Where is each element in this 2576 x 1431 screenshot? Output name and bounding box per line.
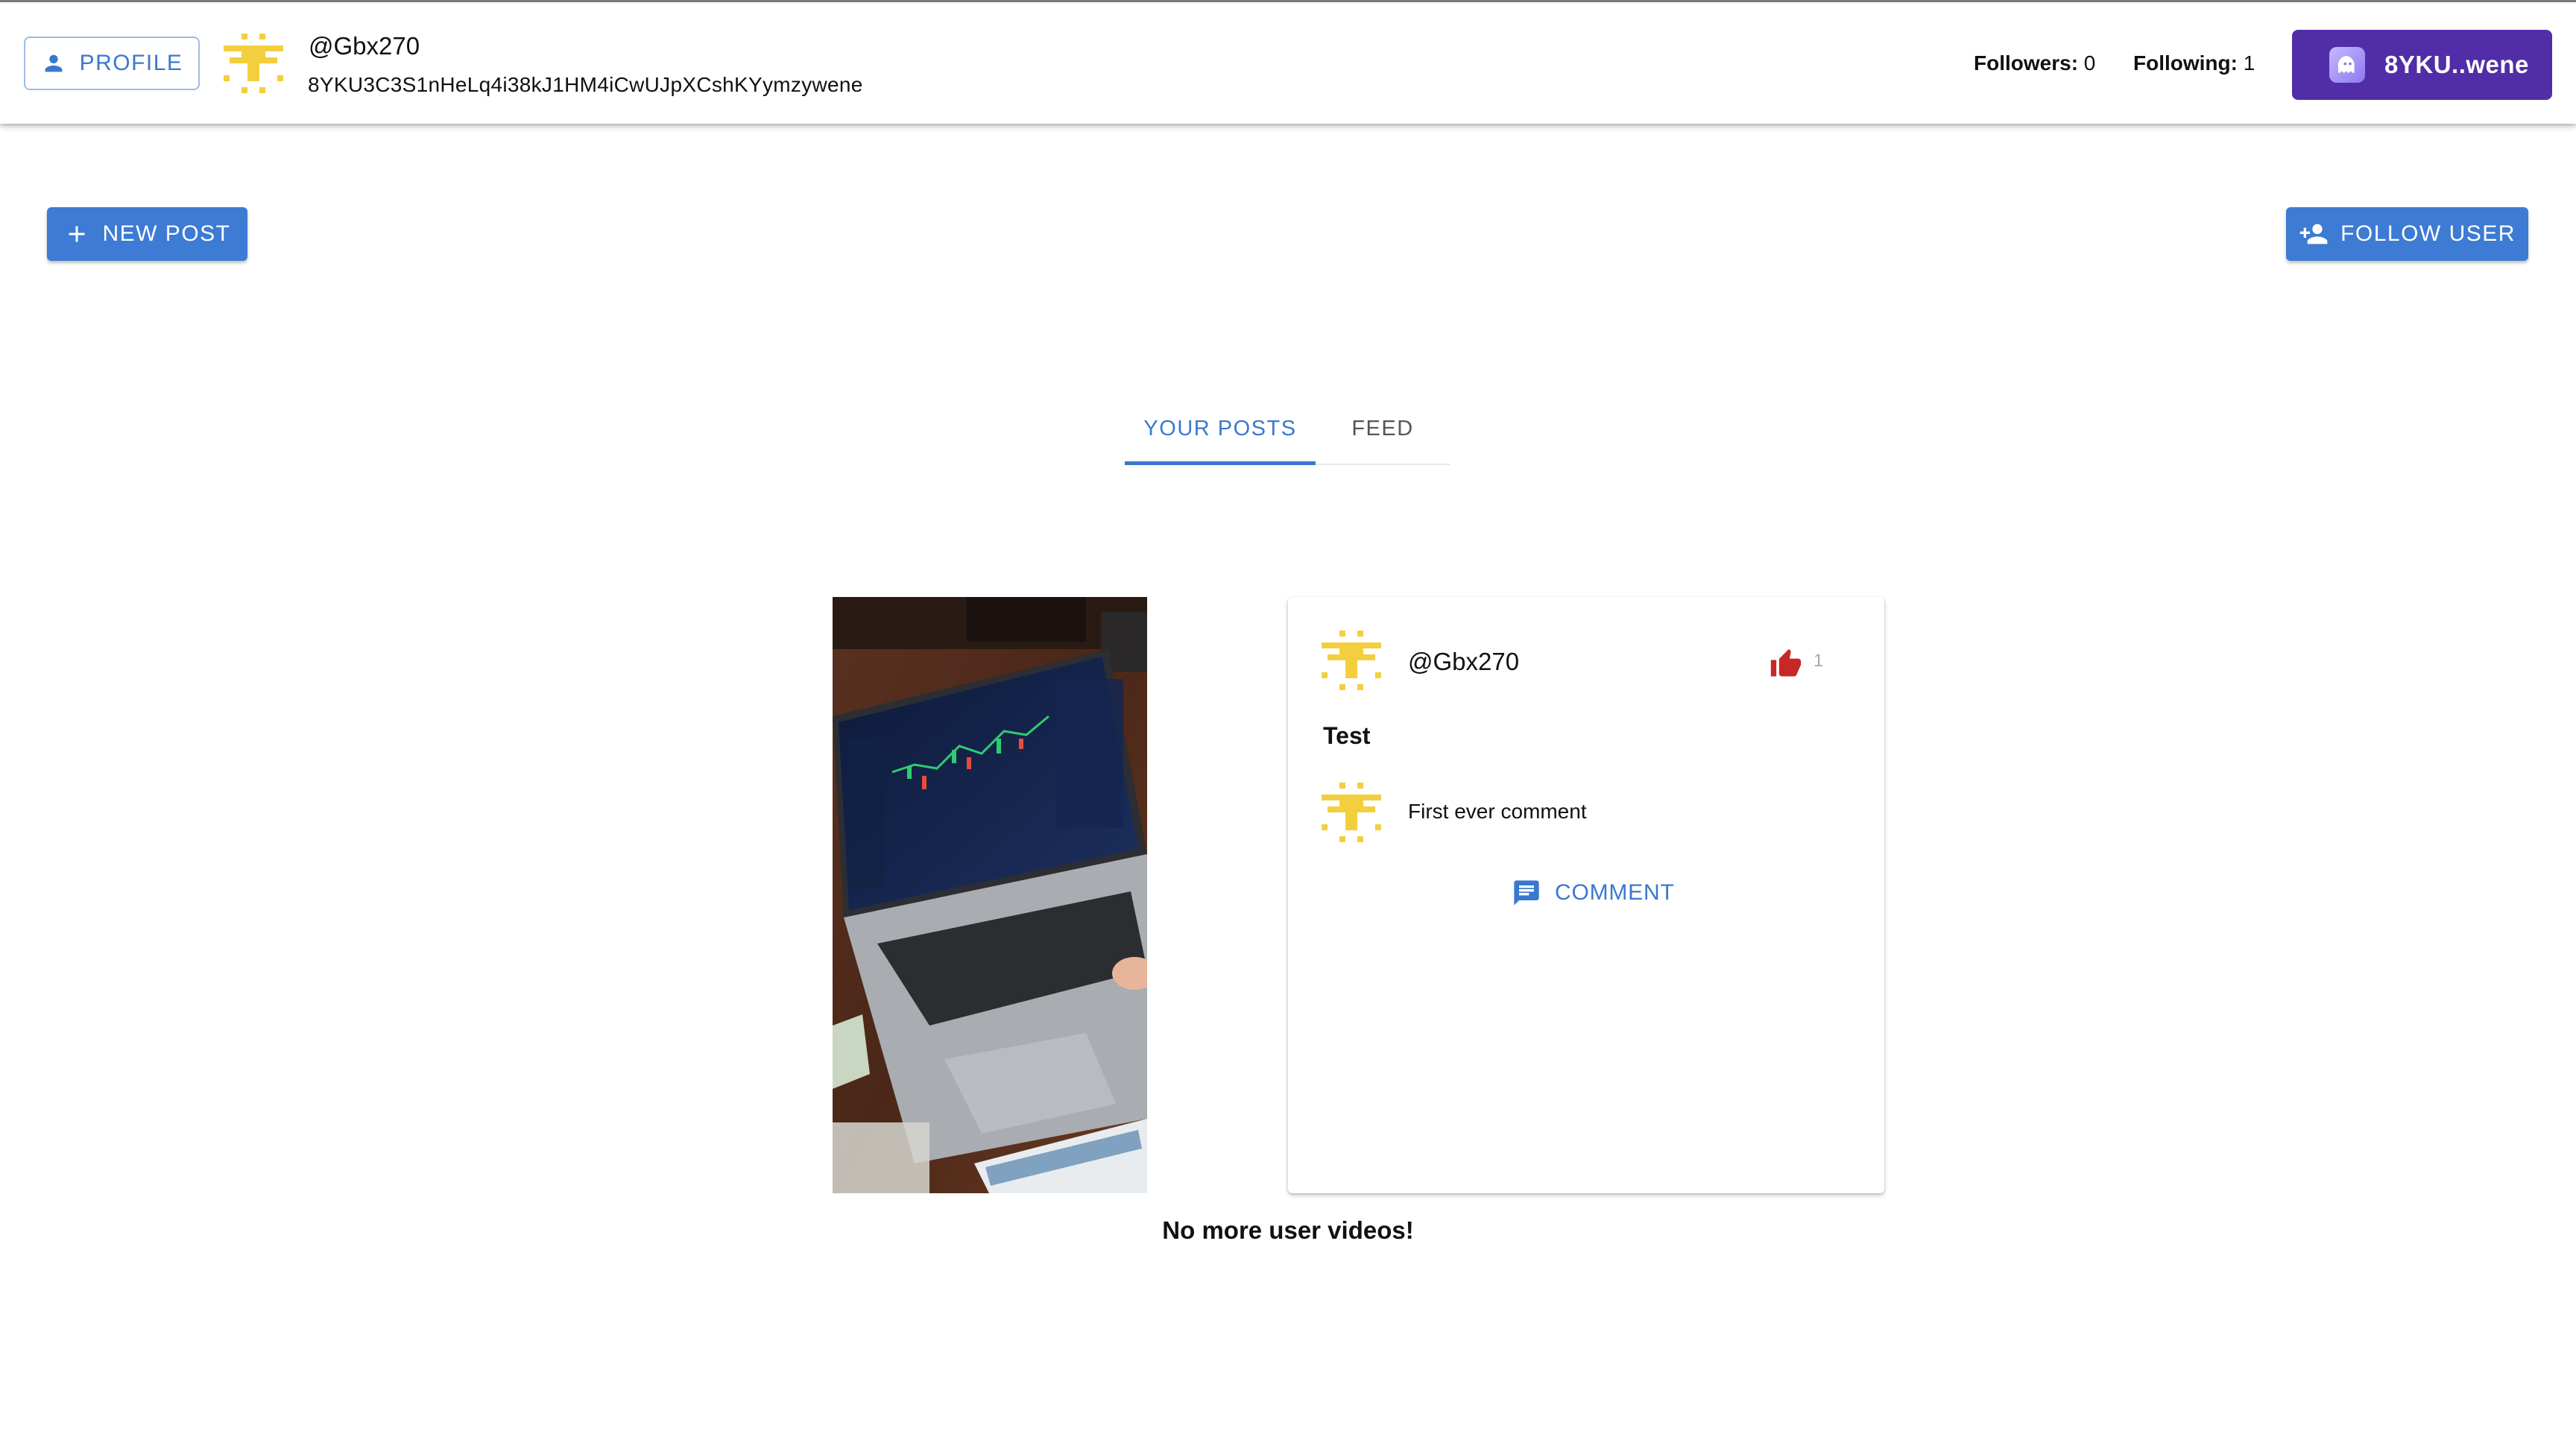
- post-card: @Gbx270 1 Test First ever comment COMMEN…: [1288, 597, 1884, 1193]
- following-stat: Following: 1: [2133, 51, 2255, 75]
- comment-text: First ever comment: [1408, 800, 1587, 823]
- new-post-label: NEW POST: [102, 221, 231, 246]
- post-image[interactable]: [833, 597, 1147, 1193]
- profile-button-label: PROFILE: [79, 51, 183, 75]
- wallet-button[interactable]: 8YKU..wene: [2292, 30, 2552, 100]
- followers-count: 0: [2083, 51, 2096, 75]
- ghost-wallet-icon: [2329, 47, 2365, 83]
- comment-author-avatar: [1322, 783, 1381, 842]
- tab-feed[interactable]: FEED: [1316, 394, 1450, 464]
- laptop-trading-photo: [833, 597, 1147, 1193]
- post-title: Test: [1323, 722, 1371, 749]
- person-icon: [45, 54, 62, 72]
- following-count: 1: [2243, 51, 2255, 75]
- plus-icon: [69, 226, 85, 242]
- profile-button[interactable]: PROFILE: [24, 37, 200, 90]
- thumb-up-icon[interactable]: [1770, 648, 1802, 680]
- post-author-username: @Gbx270: [1408, 648, 1520, 675]
- follow-user-button[interactable]: FOLLOW USER: [2286, 207, 2528, 261]
- comment-button[interactable]: COMMENT: [1504, 867, 1682, 919]
- new-post-button[interactable]: NEW POST: [47, 207, 247, 261]
- like-count: 1: [1813, 651, 1824, 671]
- user-avatar[interactable]: [224, 34, 283, 93]
- person-add-icon: [2299, 224, 2328, 244]
- active-tab-indicator: [1125, 461, 1316, 465]
- top-app-bar: PROFILE @Gbx270 8YKU3C3S1nHeLq4i38kJ1HM4…: [0, 0, 2576, 124]
- end-of-list-message: No more user videos!: [1162, 1216, 1414, 1244]
- follow-user-label: FOLLOW USER: [2340, 221, 2516, 246]
- followers-stat: Followers: 0: [1974, 51, 2095, 75]
- comment-icon: [1514, 880, 1539, 906]
- header-username: @Gbx270: [309, 32, 420, 60]
- post-tabs: YOUR POSTS FEED: [1125, 394, 1450, 465]
- following-label: Following:: [2133, 51, 2238, 75]
- comment-button-label: COMMENT: [1555, 880, 1675, 905]
- wallet-address: 8YKU3C3S1nHeLq4i38kJ1HM4iCwUJpXCshKYymzy…: [308, 73, 863, 96]
- post-author-avatar[interactable]: [1322, 631, 1381, 690]
- wallet-button-label: 8YKU..wene: [2384, 51, 2529, 78]
- followers-label: Followers:: [1974, 51, 2079, 75]
- tab-your-posts[interactable]: YOUR POSTS: [1125, 394, 1316, 464]
